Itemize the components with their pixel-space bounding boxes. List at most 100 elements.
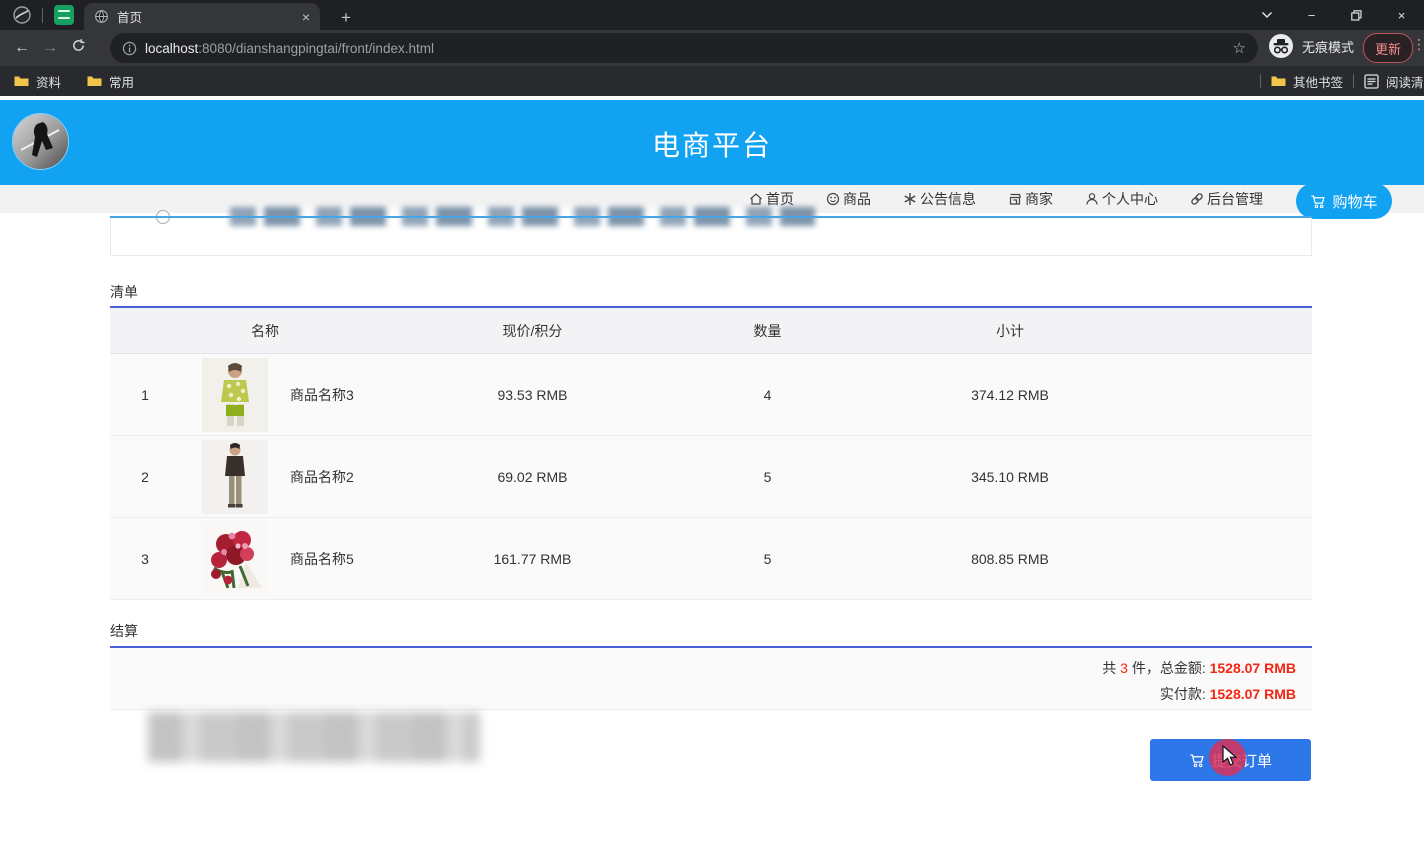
cell-qty: 5 <box>645 469 890 485</box>
cell-index: 2 <box>110 469 180 485</box>
cart-items-table: 名称 现价/积分 数量 小计 1 商品名称3 93.53 RMB 4 374.1… <box>110 306 1312 600</box>
pinned-tab-icon[interactable] <box>54 5 74 25</box>
tab-title: 首页 <box>117 7 302 26</box>
paid-label: 实付款: <box>1160 686 1210 702</box>
window-restore-button[interactable] <box>1334 0 1379 30</box>
forward-button[interactable]: → <box>36 39 64 57</box>
product-image <box>202 358 268 432</box>
page-info-icon[interactable] <box>122 41 137 56</box>
reading-list[interactable]: 阅读清单 <box>1364 72 1424 91</box>
cart-icon <box>1189 753 1206 768</box>
tab-strip-separator <box>42 8 43 23</box>
back-button[interactable]: ← <box>8 39 36 57</box>
cell-subtotal: 374.12 RMB <box>890 387 1130 403</box>
bookmark-label: 资料 <box>36 72 61 91</box>
bookmarks-bar-right: 其他书签 阅读清单 <box>1250 66 1424 96</box>
total-prefix: 共 <box>1102 660 1120 676</box>
cell-name: 商品名称2 <box>290 467 420 487</box>
settlement-panel: 共 3 件，总金额: 1528.07 RMB 实付款: 1528.07 RMB <box>110 646 1312 710</box>
cell-qty: 5 <box>645 551 890 567</box>
browser-tab-strip: 首页 × + − × <box>0 0 1424 30</box>
incognito-label: 无痕模式 <box>1302 37 1354 56</box>
cart-button[interactable]: 购物车 <box>1296 183 1392 219</box>
other-bookmarks-label: 其他书签 <box>1293 72 1343 91</box>
cell-price: 161.77 RMB <box>420 551 645 567</box>
folder-icon <box>1271 75 1286 87</box>
window-chevron-button[interactable] <box>1244 0 1289 30</box>
browser-tab[interactable]: 首页 × <box>84 3 320 30</box>
bookmark-label: 常用 <box>109 72 134 91</box>
other-bookmarks[interactable]: 其他书签 <box>1271 72 1343 91</box>
table-row: 2 商品名称2 69.02 RMB 5 345.10 RMB <box>110 436 1312 518</box>
nav-label: 商家 <box>1025 189 1053 209</box>
nav-item-home[interactable]: 首页 <box>749 189 794 209</box>
total-line: 共 3 件，总金额: 1528.07 RMB <box>110 658 1296 678</box>
shop-icon <box>1008 192 1022 206</box>
tab-favicon-globe-icon <box>94 9 109 24</box>
incognito-badge: 无痕模式 <box>1268 33 1354 59</box>
window-close-button[interactable]: × <box>1379 0 1424 30</box>
cell-index: 1 <box>110 387 180 403</box>
update-button[interactable]: 更新 <box>1363 33 1413 63</box>
nav-label: 首页 <box>766 189 794 209</box>
window-minimize-button[interactable]: − <box>1289 0 1334 30</box>
cell-subtotal: 345.10 RMB <box>890 469 1130 485</box>
nav-item-admin[interactable]: 后台管理 <box>1190 189 1263 209</box>
bookmarks-separator <box>1353 74 1354 88</box>
cart-icon <box>1310 194 1327 209</box>
product-image <box>202 522 268 596</box>
bookmark-star-icon[interactable]: ☆ <box>1233 39 1246 57</box>
url-host: localhost <box>145 41 198 56</box>
section-divider-line <box>110 216 1312 218</box>
total-middle: 件，总金额: <box>1128 660 1210 676</box>
blurred-watermark <box>148 712 480 762</box>
paid-line: 实付款: 1528.07 RMB <box>110 684 1296 704</box>
nav-label: 后台管理 <box>1207 189 1263 209</box>
cell-name: 商品名称3 <box>290 385 420 405</box>
paid-amount: 1528.07 RMB <box>1210 686 1296 702</box>
reload-button[interactable] <box>64 38 92 58</box>
header-name: 名称 <box>110 321 420 341</box>
bookmarks-bar: 资料 常用 <box>0 66 1424 96</box>
nav-item-announcements[interactable]: 公告信息 <box>903 189 976 209</box>
bookmark-folder-ziliao[interactable]: 资料 <box>14 72 61 91</box>
incognito-icon <box>1268 33 1294 59</box>
nav-item-goods[interactable]: 商品 <box>826 189 871 209</box>
bookmark-folder-changyong[interactable]: 常用 <box>87 72 134 91</box>
new-tab-button[interactable]: + <box>334 6 358 30</box>
asterisk-icon <box>903 192 917 206</box>
cell-price: 93.53 RMB <box>420 387 645 403</box>
bookmarks-separator <box>1260 74 1261 88</box>
cell-price: 69.02 RMB <box>420 469 645 485</box>
cell-subtotal: 808.85 RMB <box>890 551 1130 567</box>
main-nav-items: 首页 商品 公告信息 商家 个人中心 后台管理 <box>749 185 1263 213</box>
folder-icon <box>87 75 102 87</box>
link-icon <box>1190 192 1204 206</box>
nav-item-profile[interactable]: 个人中心 <box>1085 189 1158 209</box>
update-label: 更新 <box>1375 39 1401 58</box>
browser-menu-icon[interactable]: ⋮ <box>1412 36 1424 53</box>
product-image <box>202 440 268 514</box>
table-header-row: 名称 现价/积分 数量 小计 <box>110 308 1312 354</box>
tab-close-icon[interactable]: × <box>302 9 310 25</box>
total-count: 3 <box>1120 660 1128 676</box>
url-path: :8080/dianshangpingtai/front/index.html <box>198 41 434 56</box>
nav-label: 公告信息 <box>920 189 976 209</box>
browser-logo-icon <box>12 5 32 25</box>
folder-icon <box>14 75 29 87</box>
person-icon <box>1085 192 1099 206</box>
smiley-icon <box>826 192 840 206</box>
nav-item-merchants[interactable]: 商家 <box>1008 189 1053 209</box>
address-bar[interactable]: localhost:8080/dianshangpingtai/front/in… <box>110 33 1258 63</box>
list-section-title: 清单 <box>110 282 138 302</box>
cart-label: 购物车 <box>1332 191 1377 212</box>
cell-name: 商品名称5 <box>290 549 420 569</box>
settle-section-title: 结算 <box>110 621 138 641</box>
header-qty: 数量 <box>645 321 890 341</box>
nav-label: 商品 <box>843 189 871 209</box>
total-amount: 1528.07 RMB <box>1210 660 1296 676</box>
header-subtotal: 小计 <box>890 321 1130 341</box>
site-title: 电商平台 <box>0 124 1424 164</box>
nav-label: 个人中心 <box>1102 189 1158 209</box>
cell-index: 3 <box>110 551 180 567</box>
